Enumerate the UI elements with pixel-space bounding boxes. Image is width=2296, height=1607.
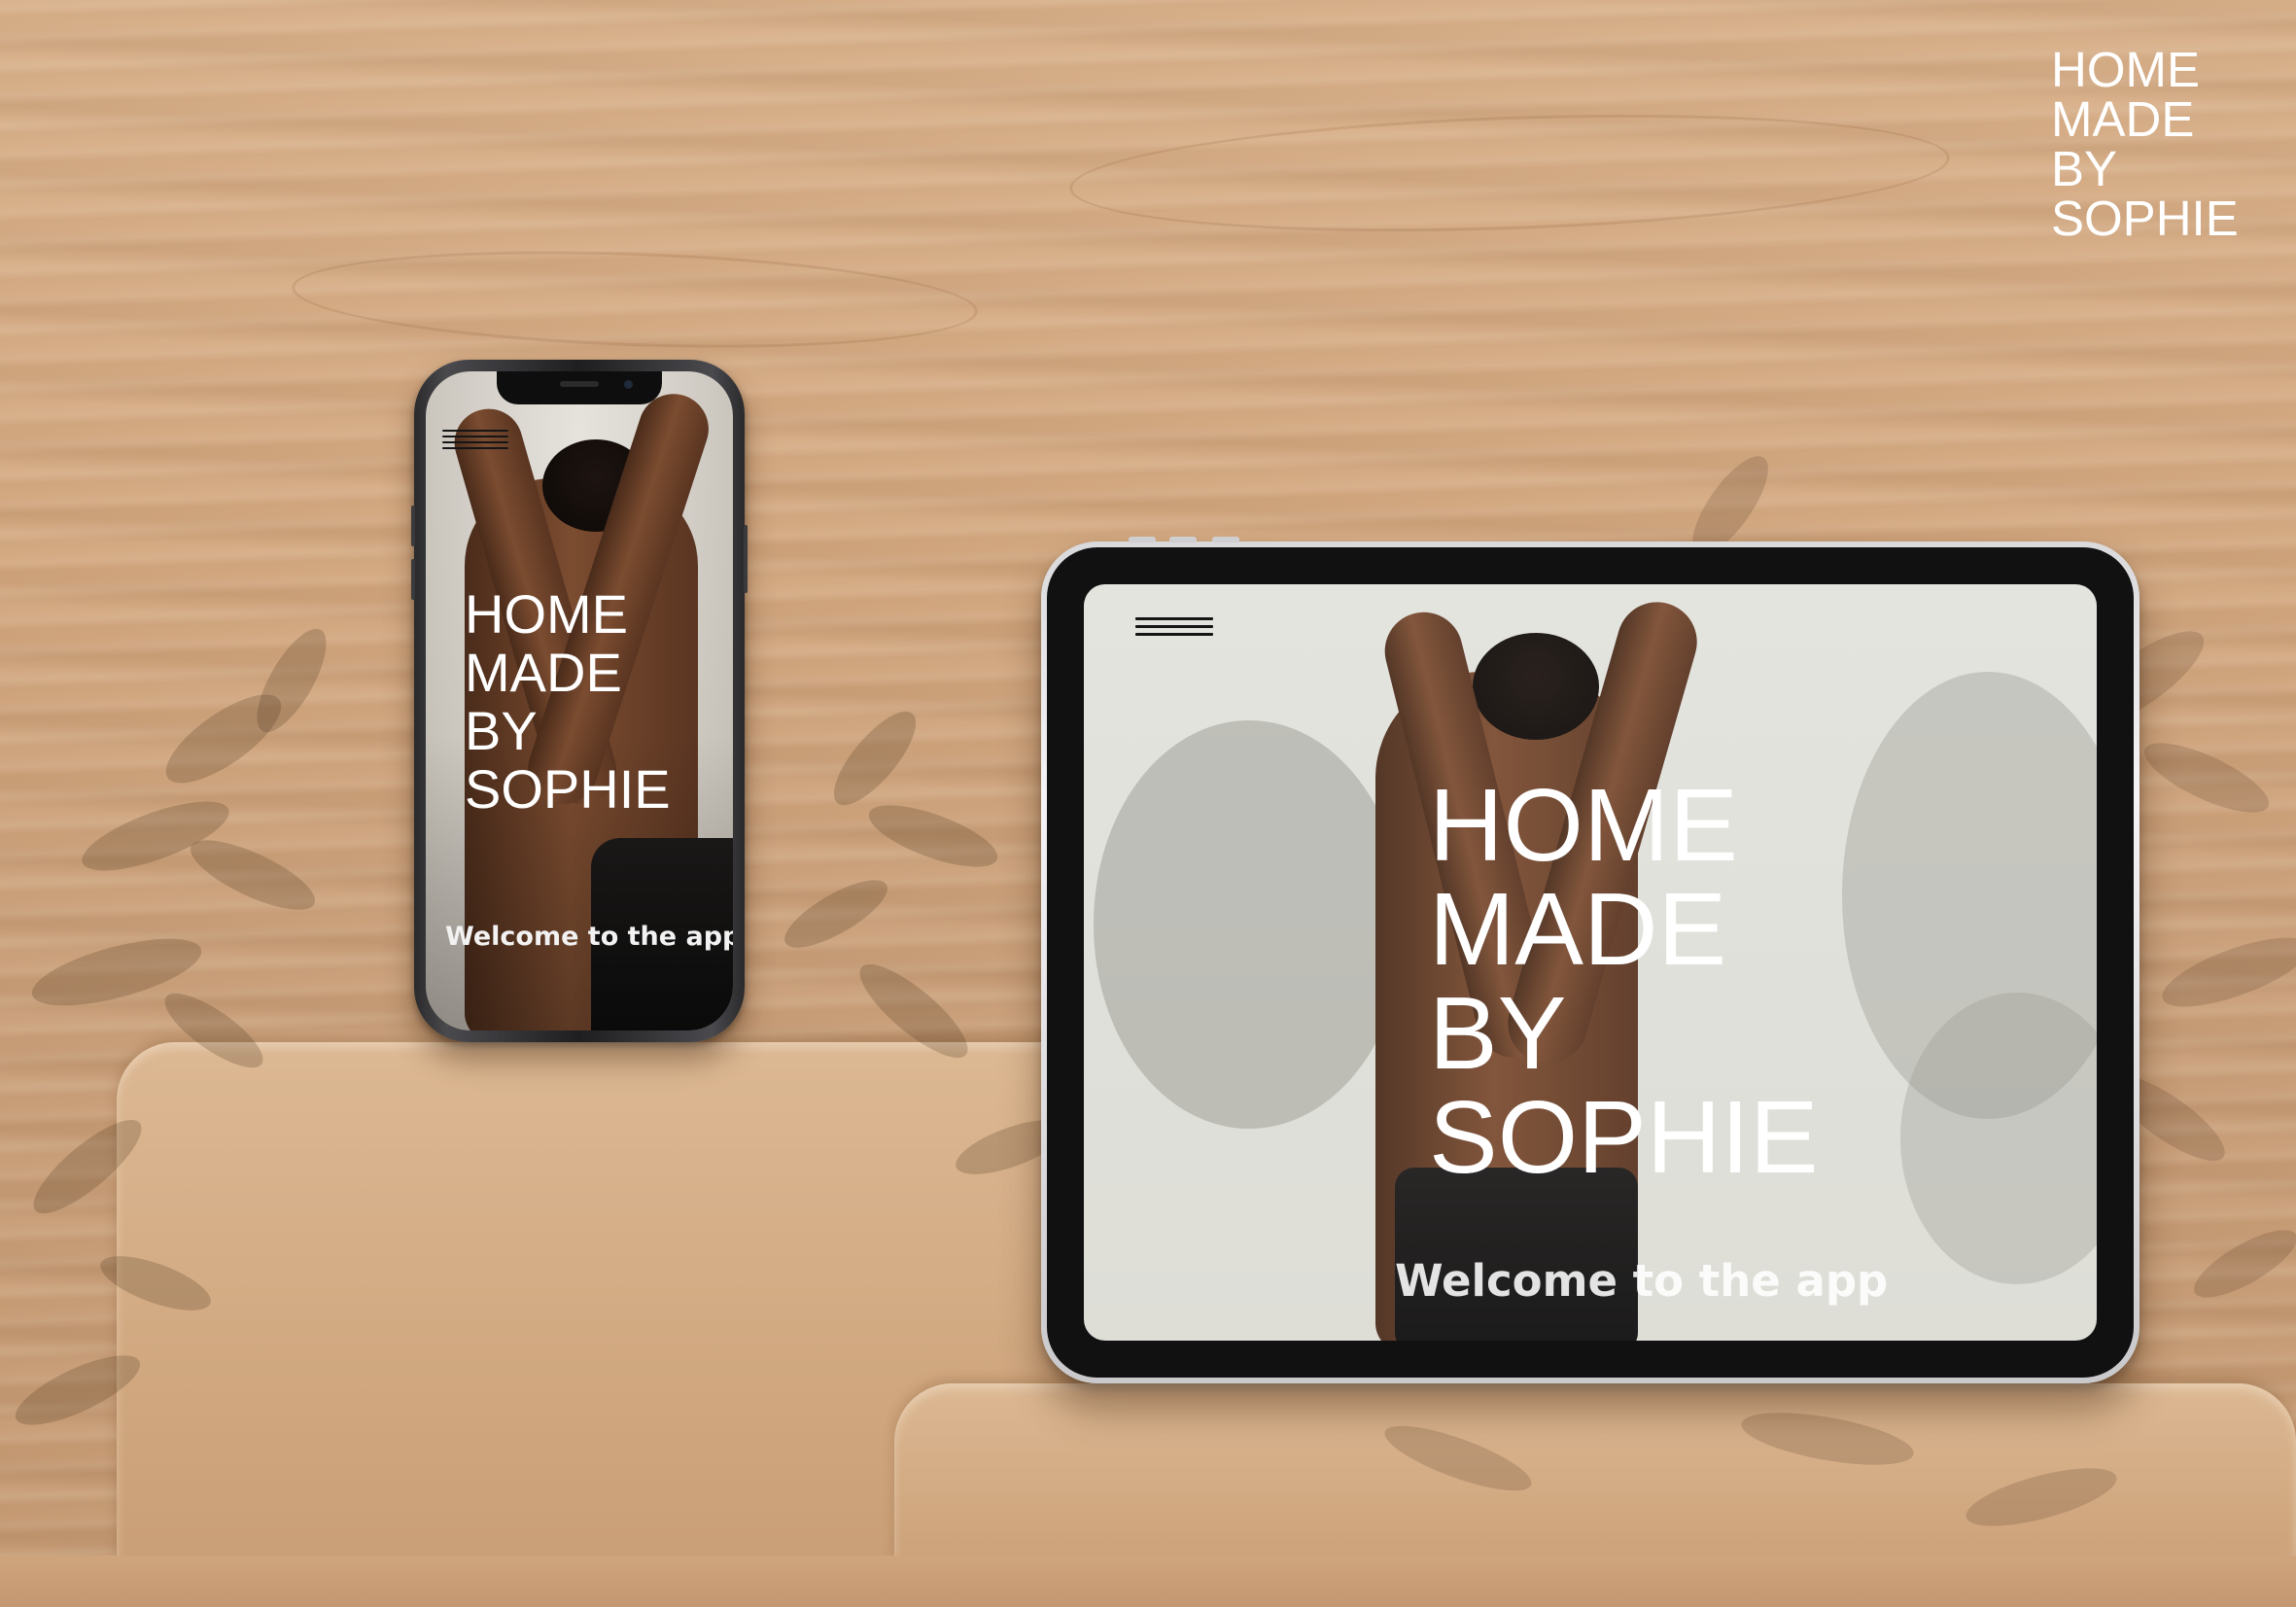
phone-welcome-text: Welcome to the app xyxy=(445,922,733,952)
hero-title-line: MADE xyxy=(1429,872,1727,987)
tablet-bezel: HOME MADE BY SOPHIE Welcome to the app xyxy=(1047,547,2134,1378)
phone-camera xyxy=(624,380,633,389)
hero-title-line: BY xyxy=(1429,976,1567,1091)
wood-grain-swirl xyxy=(1067,101,1952,245)
tablet-device: HOME MADE BY SOPHIE Welcome to the app xyxy=(1041,537,2139,1383)
hero-title-line: SOPHIE xyxy=(465,758,671,820)
tablet-top-button xyxy=(1169,537,1197,542)
hero-title-line: HOME xyxy=(465,583,628,645)
brand-logo: HOME MADE BY SOPHIE xyxy=(2051,45,2239,243)
tablet-screen: HOME MADE BY SOPHIE Welcome to the app xyxy=(1084,584,2097,1341)
phone-volume-down-button xyxy=(411,559,415,600)
hamburger-menu-icon[interactable] xyxy=(442,430,508,449)
hero-title-line: SOPHIE xyxy=(1429,1080,1819,1195)
wooden-background-scene: HOME MADE BY SOPHIE HOME MADE BY SOPHIE … xyxy=(0,0,2296,1607)
brand-logo-line: BY xyxy=(2051,141,2118,196)
tablet-top-button xyxy=(1212,537,1239,542)
tablet-hero-title: HOME MADE BY SOPHIE xyxy=(1429,774,1819,1190)
phone-device: HOME MADE BY SOPHIE Welcome to the app xyxy=(411,360,748,1042)
brand-logo-line: HOME xyxy=(2051,42,2200,97)
phone-power-button xyxy=(744,525,748,593)
wood-ledge-base xyxy=(0,1555,2296,1607)
wood-grain-swirl xyxy=(290,240,980,359)
phone-screen: HOME MADE BY SOPHIE Welcome to the app xyxy=(426,371,733,1031)
hero-title-line: HOME xyxy=(1429,768,1738,883)
hero-title-line: BY xyxy=(465,700,538,761)
phone-volume-up-button xyxy=(411,506,415,546)
tablet-top-button xyxy=(1129,537,1156,542)
brand-logo-line: SOPHIE xyxy=(2051,191,2239,246)
phone-hero-title: HOME MADE BY SOPHIE xyxy=(465,585,671,819)
hamburger-menu-icon[interactable] xyxy=(1135,617,1213,636)
brand-logo-line: MADE xyxy=(2051,91,2195,147)
phone-speaker xyxy=(560,381,599,387)
phone-notch xyxy=(497,371,662,404)
tablet-welcome-text: Welcome to the app xyxy=(1395,1255,1889,1307)
hero-title-line: MADE xyxy=(465,642,622,703)
